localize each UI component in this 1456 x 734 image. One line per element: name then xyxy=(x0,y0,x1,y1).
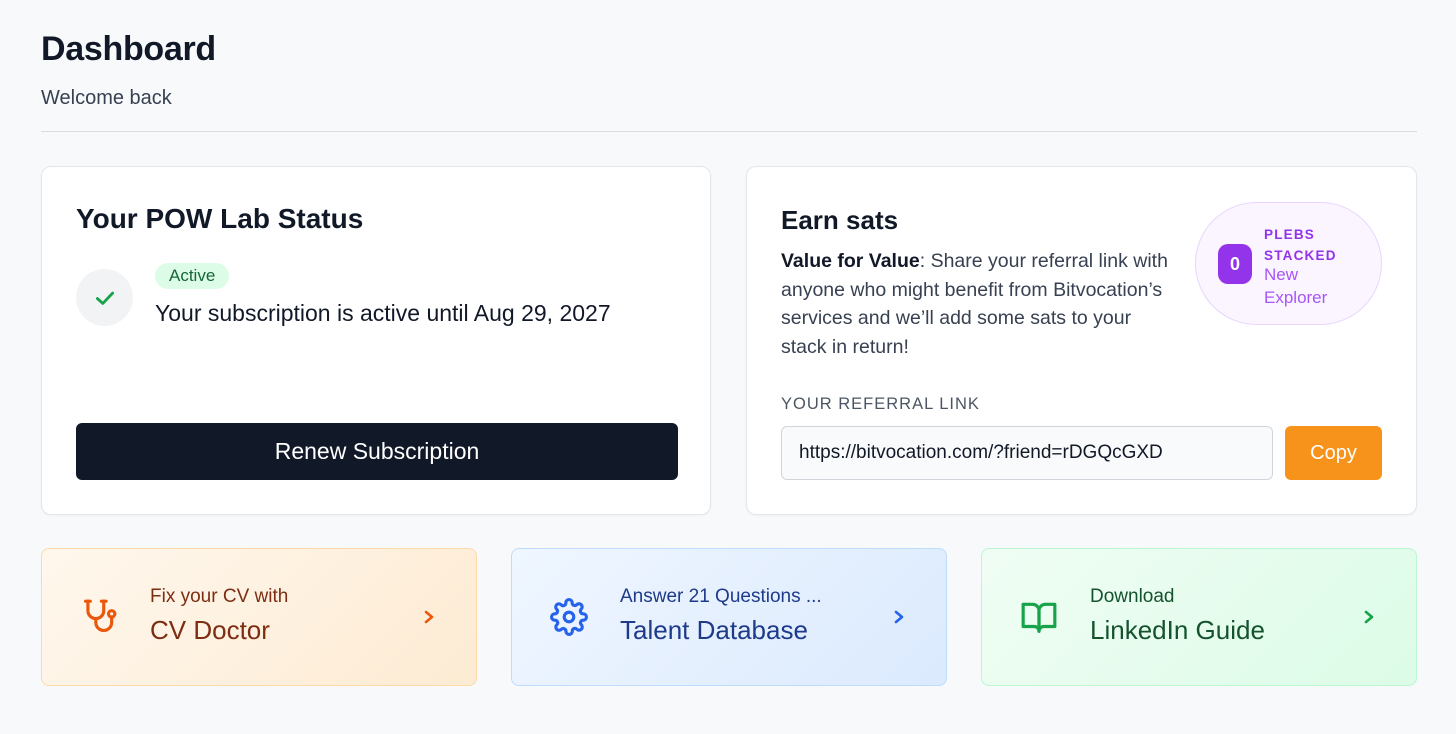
page-title: Dashboard xyxy=(41,30,216,68)
talent-database-card[interactable]: Answer 21 Questions ... Talent Database xyxy=(511,548,947,686)
pow-lab-status-card: Your POW Lab Status Active Your subscrip… xyxy=(41,166,711,515)
gear-icon xyxy=(550,598,588,636)
status-badge: Active xyxy=(155,263,230,289)
check-icon xyxy=(76,269,133,326)
earn-description-bold: Value for Value xyxy=(781,250,920,272)
cv-doctor-card[interactable]: Fix your CV with CV Doctor xyxy=(41,548,477,686)
cv-doctor-subtitle: Fix your CV with xyxy=(150,586,289,607)
plebs-stacked-badge: 0 PLEBS STACKED New Explorer xyxy=(1195,202,1382,325)
subscription-message: Your subscription is active until Aug 29… xyxy=(155,300,611,326)
renew-subscription-button[interactable]: Renew Subscription xyxy=(76,423,678,480)
linkedin-guide-subtitle: Download xyxy=(1090,586,1175,607)
chevron-right-icon xyxy=(1364,610,1374,624)
earn-sats-card: Earn sats Value for Value: Share your re… xyxy=(746,166,1417,515)
plebs-rank: New Explorer xyxy=(1264,265,1328,307)
referral-link-input[interactable] xyxy=(781,426,1273,480)
cv-doctor-title: CV Doctor xyxy=(150,615,270,645)
header-divider xyxy=(41,131,1417,132)
linkedin-guide-title: LinkedIn Guide xyxy=(1090,615,1265,645)
copy-button[interactable]: Copy xyxy=(1285,426,1382,480)
stethoscope-icon xyxy=(83,599,117,632)
page-header: Dashboard Welcome back xyxy=(41,30,216,110)
plebs-count: 0 xyxy=(1218,244,1252,284)
chevron-right-icon xyxy=(894,610,904,624)
status-card-title: Your POW Lab Status xyxy=(76,203,364,234)
plebs-label: PLEBS STACKED xyxy=(1264,227,1337,263)
book-icon xyxy=(1021,602,1057,633)
referral-link-label: YOUR REFERRAL LINK xyxy=(781,395,980,413)
chevron-right-icon xyxy=(424,610,434,624)
earn-card-title: Earn sats xyxy=(781,205,899,235)
page-subtitle: Welcome back xyxy=(41,87,172,109)
earn-description: Value for Value: Share your referral lin… xyxy=(781,247,1176,361)
talent-database-subtitle: Answer 21 Questions ... xyxy=(620,586,822,607)
talent-database-title: Talent Database xyxy=(620,615,808,645)
linkedin-guide-card[interactable]: Download LinkedIn Guide xyxy=(981,548,1417,686)
